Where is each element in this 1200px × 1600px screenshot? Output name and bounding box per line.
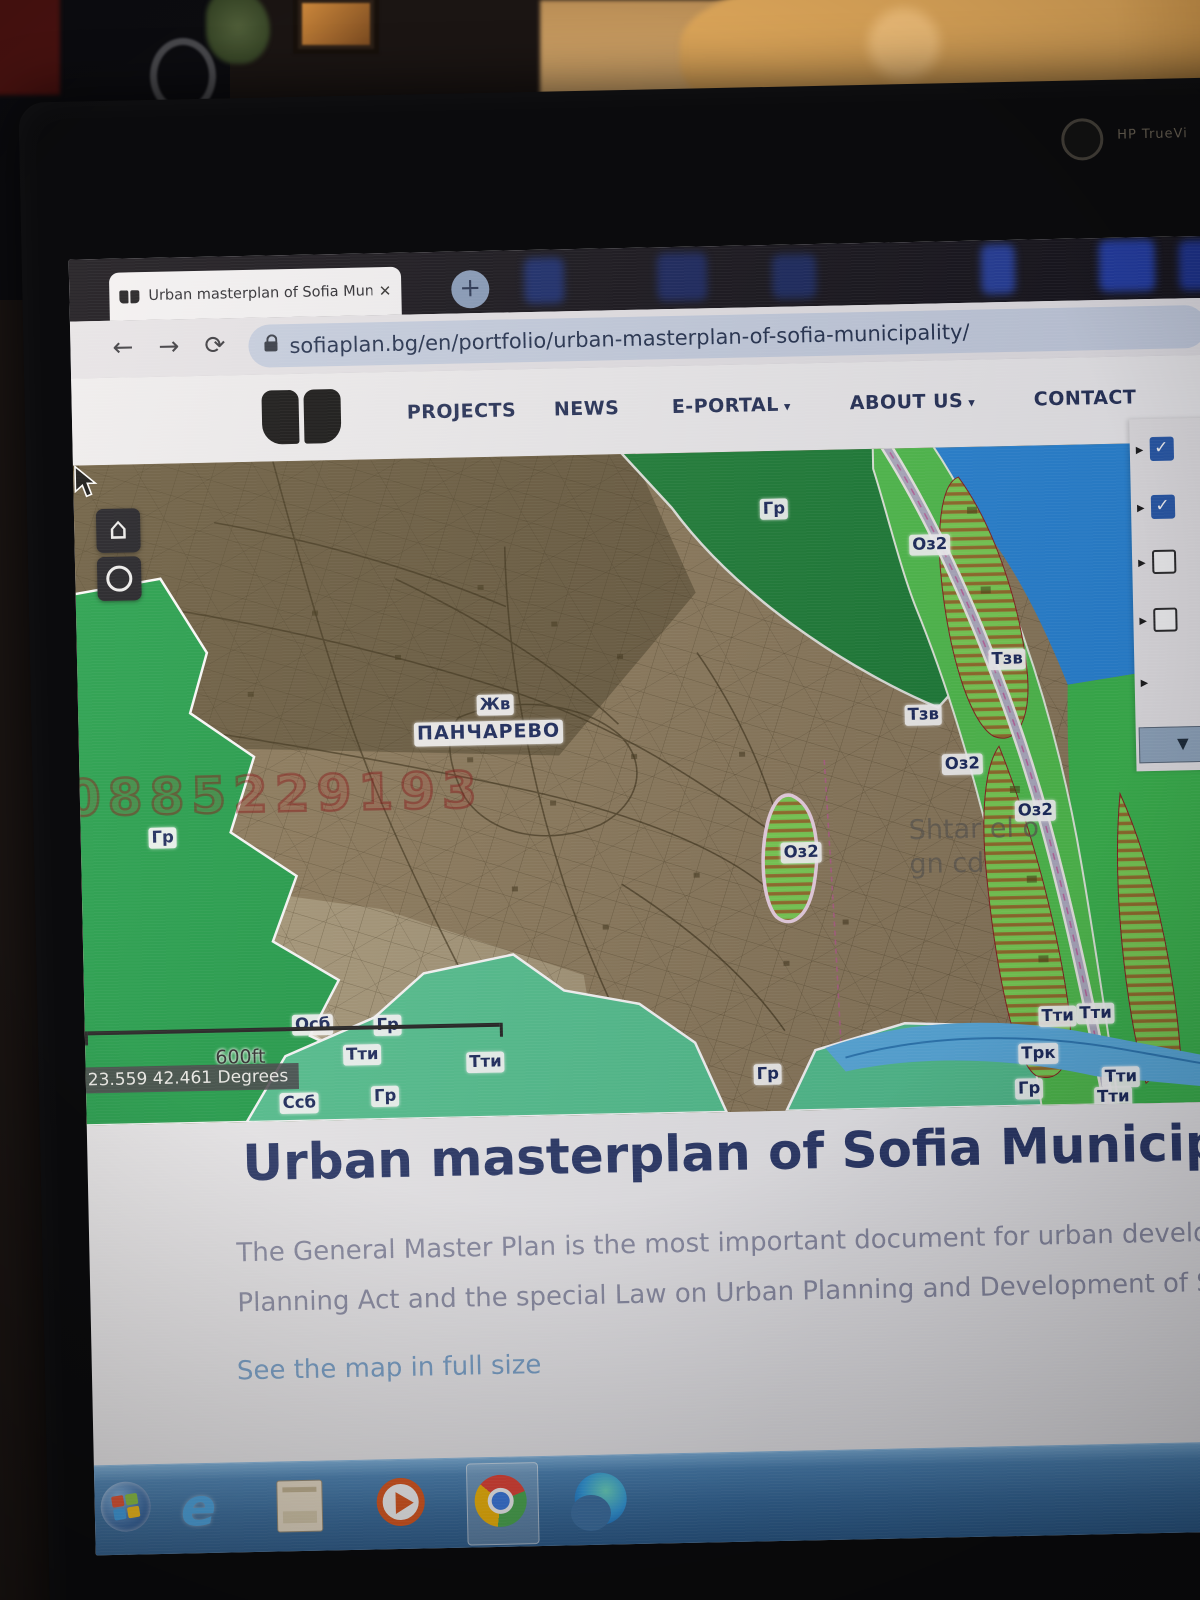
map-zone-label: Тти	[466, 1051, 505, 1072]
map-zone-label: Оз2	[780, 842, 822, 863]
map-coordinates-badge: 23.559 42.461 Degrees	[78, 1063, 299, 1094]
edge-icon[interactable]	[574, 1472, 627, 1529]
nav-item-contact[interactable]: CONTACT	[1034, 386, 1137, 410]
map-zone-label: Гр	[1015, 1078, 1044, 1099]
windows-start-button[interactable]	[100, 1481, 151, 1532]
windows-taskbar: e	[94, 1441, 1200, 1555]
expand-arrow-icon[interactable]: ▸	[1141, 673, 1149, 691]
reflection	[1098, 239, 1155, 292]
internet-explorer-icon[interactable]: e	[180, 1477, 233, 1534]
layer-row: ▸✓	[1136, 437, 1174, 462]
picture	[302, 3, 370, 45]
map-zone-label: Тти	[1094, 1086, 1133, 1107]
sofiaplan-logo[interactable]	[261, 389, 341, 445]
chevron-down-icon: ▾	[784, 400, 791, 415]
program-window-icon[interactable]	[276, 1479, 329, 1536]
reflection	[524, 257, 565, 304]
page-title: Urban masterplan of Sofia Municipality	[242, 1109, 1200, 1192]
map-zone-label: Тзв	[988, 648, 1026, 669]
map-zone-label: Трк	[1018, 1043, 1059, 1064]
reflection	[1178, 240, 1200, 291]
reflection	[657, 252, 708, 301]
map-zone-label: Тти	[1038, 1005, 1077, 1026]
browser-tab[interactable]: Urban masterplan of Sofia Munic ✕	[109, 267, 402, 321]
map-zone-label: Тзв	[904, 704, 942, 725]
map-zone-label: Гр	[753, 1064, 782, 1085]
reflection	[772, 254, 817, 299]
url-text: sofiaplan.bg/en/portfolio/urban-masterpl…	[289, 319, 970, 357]
layer-checkbox[interactable]: ✓	[1149, 437, 1173, 461]
map-zone-label: Гр	[760, 498, 789, 519]
reflection	[980, 244, 1015, 295]
layer-checkbox[interactable]: ✓	[1150, 495, 1174, 519]
nav-item-e-portal[interactable]: E-PORTAL▾	[672, 394, 791, 418]
place-watermark: Shtar el o gn cd	[908, 811, 1040, 882]
laptop-screen: Urban masterplan of Sofia Munic ✕ + ← → …	[69, 236, 1200, 1556]
windows-flag-icon	[111, 1493, 141, 1521]
map-home-button[interactable]: ⌂	[96, 508, 141, 553]
background-object	[0, 0, 60, 95]
layer-row: ▸✓	[1137, 495, 1175, 520]
layer-row: ▸	[1139, 608, 1177, 633]
nav-item-projects[interactable]: PROJECTS	[407, 399, 517, 423]
chevron-down-icon: ▾	[968, 396, 975, 411]
expand-arrow-icon[interactable]: ▸	[1136, 440, 1144, 458]
map-zone-label: Жв	[476, 694, 513, 715]
expand-arrow-icon[interactable]: ▸	[1137, 498, 1145, 516]
nav-item-about-us[interactable]: ABOUT US▾	[850, 390, 976, 415]
map-zone-label: Тти	[1102, 1066, 1141, 1087]
forward-icon[interactable]: →	[158, 331, 180, 360]
map-zone-label: ПАНЧАРЕВО	[414, 720, 564, 747]
site-favicon	[119, 290, 139, 303]
layer-checkbox[interactable]	[1151, 550, 1175, 574]
webcam	[1061, 118, 1104, 161]
map-zone-label: Гр	[148, 827, 177, 848]
map-zone-label: Оз2	[942, 753, 984, 774]
tab-title: Urban masterplan of Sofia Munic	[148, 283, 373, 304]
map-zone-label: Гр	[371, 1086, 400, 1107]
tab-close-icon[interactable]: ✕	[379, 282, 392, 300]
layer-checkbox[interactable]	[1153, 608, 1177, 632]
map-viewport[interactable]: ГрОз2ТзвТзвОз2ЖвПАНЧАРЕВООз2Оз2ГрОсбГрТт…	[73, 442, 1200, 1126]
back-icon[interactable]: ←	[112, 332, 134, 361]
chrome-icon[interactable]	[474, 1474, 527, 1531]
reload-icon[interactable]: ⟳	[204, 330, 226, 359]
layer-row: ▸	[1141, 673, 1149, 691]
map-zone-label: Ссб	[279, 1092, 319, 1113]
full-size-map-link[interactable]: See the map in full size	[237, 1350, 542, 1386]
new-tab-button[interactable]: +	[451, 270, 490, 309]
expand-arrow-icon[interactable]: ▸	[1139, 611, 1147, 629]
phone-watermark: 0885229193	[73, 761, 484, 828]
nav-item-news[interactable]: NEWS	[554, 397, 620, 420]
photo-of-laptop: HP TrueVi Urban masterplan of Sofia Muni…	[0, 0, 1200, 1600]
media-player-icon[interactable]	[376, 1477, 429, 1534]
layer-row: ▸	[1138, 550, 1176, 575]
lock-icon	[264, 341, 277, 351]
mouse-cursor	[73, 465, 100, 500]
map-layers-panel: ▸✓▸✓▸▸▸	[1129, 418, 1200, 772]
plant	[206, 0, 270, 64]
webcam-brand-label: HP TrueVi	[1117, 126, 1188, 142]
map-locate-button[interactable]	[97, 556, 142, 601]
map-zone-label: Тти	[343, 1044, 382, 1065]
layer-dropdown[interactable]: ▼	[1139, 725, 1200, 763]
page-paragraph: The General Master Plan is the most impo…	[236, 1203, 1200, 1328]
expand-arrow-icon[interactable]: ▸	[1138, 553, 1146, 571]
map-zone-label: Оз2	[909, 534, 951, 555]
picture-frame	[293, 0, 379, 54]
map-zone-label: Тти	[1076, 1003, 1115, 1024]
laptop: HP TrueVi Urban masterplan of Sofia Muni…	[18, 76, 1200, 1600]
